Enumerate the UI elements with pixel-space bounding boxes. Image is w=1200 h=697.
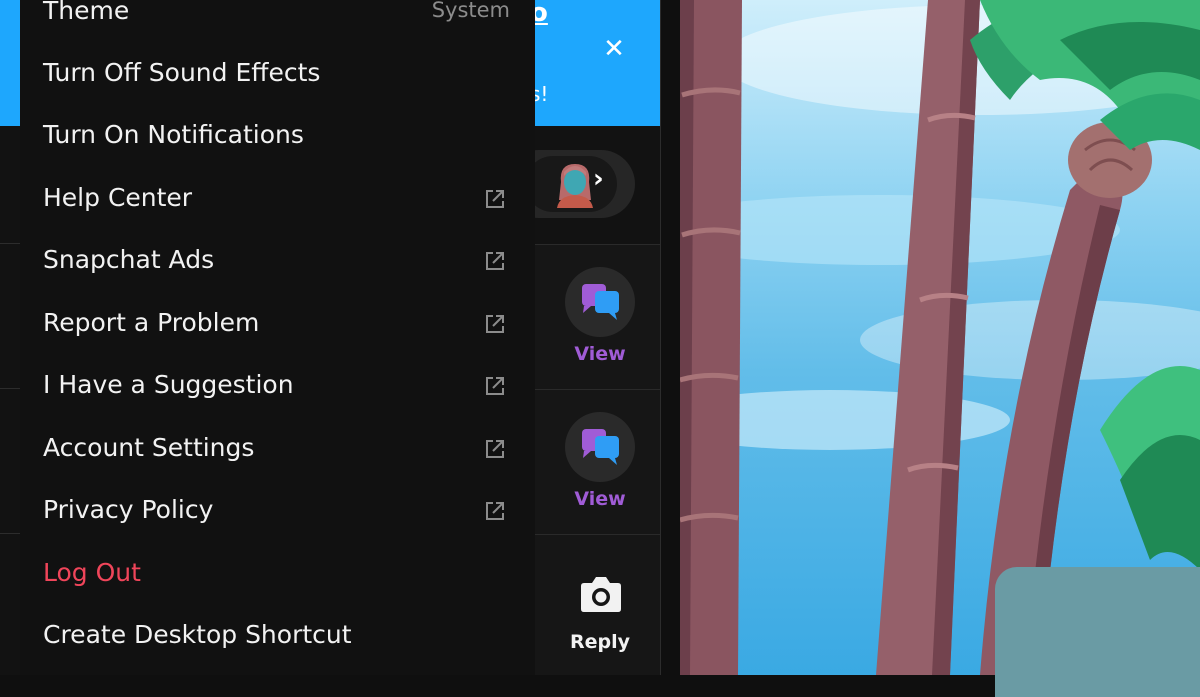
menu-item-label: Turn Off Sound Effects (43, 58, 321, 87)
chat-bubbles-icon[interactable] (565, 267, 635, 337)
chat-row-action[interactable]: View (535, 389, 660, 534)
settings-dropdown-menu: Theme System Turn Off Sound Effects Turn… (20, 0, 535, 675)
external-link-icon (486, 502, 504, 520)
chat-row-action[interactable]: View (535, 244, 660, 389)
menu-item-label: Help Center (43, 183, 193, 212)
panel-edge (660, 0, 680, 675)
divider (0, 388, 20, 389)
camera-icon[interactable] (580, 575, 622, 613)
menu-item-label: Account Settings (43, 433, 255, 462)
banner-strip-left (0, 0, 20, 126)
divider (0, 533, 20, 534)
menu-item-label: Log Out (43, 558, 141, 587)
view-label[interactable]: View (535, 488, 665, 510)
promo-banner: o ✕ s! (530, 0, 660, 126)
menu-item-label: Snapchat Ads (43, 245, 215, 274)
menu-item-sound-effects[interactable]: Turn Off Sound Effects (20, 44, 535, 106)
external-link-icon (486, 252, 504, 270)
menu-item-label: Create Desktop Shortcut (43, 620, 352, 649)
view-label[interactable]: View (535, 343, 665, 365)
chevron-right-icon: › (593, 164, 604, 194)
menu-item-account-settings[interactable]: Account Settings (20, 419, 535, 481)
menu-item-label: Turn On Notifications (43, 120, 304, 149)
menu-item-snapchat-ads[interactable]: Snapchat Ads (20, 231, 535, 293)
chat-bubbles-icon[interactable] (565, 412, 635, 482)
close-icon[interactable]: ✕ (600, 35, 628, 63)
menu-item-theme[interactable]: Theme System (20, 0, 535, 44)
theme-value: System (431, 0, 510, 22)
external-link-icon (486, 440, 504, 458)
menu-item-label: Theme (43, 0, 130, 25)
divider (0, 243, 20, 244)
chat-row-action[interactable]: Reply (535, 534, 660, 675)
chat-bubbles-icon (582, 284, 619, 320)
external-link-icon (486, 190, 504, 208)
menu-item-label: I Have a Suggestion (43, 370, 294, 399)
reply-label[interactable]: Reply (535, 631, 665, 653)
overlay-card (995, 567, 1200, 697)
external-link-icon (486, 315, 504, 333)
chat-bubbles-icon (582, 429, 619, 465)
menu-item-desktop-shortcut[interactable]: Create Desktop Shortcut (20, 606, 535, 668)
menu-item-privacy-policy[interactable]: Privacy Policy (20, 481, 535, 543)
menu-item-suggestion[interactable]: I Have a Suggestion (20, 356, 535, 418)
external-link-icon (486, 377, 504, 395)
bitmoji-avatar (557, 164, 593, 208)
menu-item-label: Privacy Policy (43, 495, 214, 524)
menu-item-log-out[interactable]: Log Out (20, 544, 535, 606)
menu-item-report-problem[interactable]: Report a Problem (20, 294, 535, 356)
menu-item-label: Report a Problem (43, 308, 260, 337)
menu-item-notifications[interactable]: Turn On Notifications (20, 106, 535, 168)
menu-item-help-center[interactable]: Help Center (20, 169, 535, 231)
